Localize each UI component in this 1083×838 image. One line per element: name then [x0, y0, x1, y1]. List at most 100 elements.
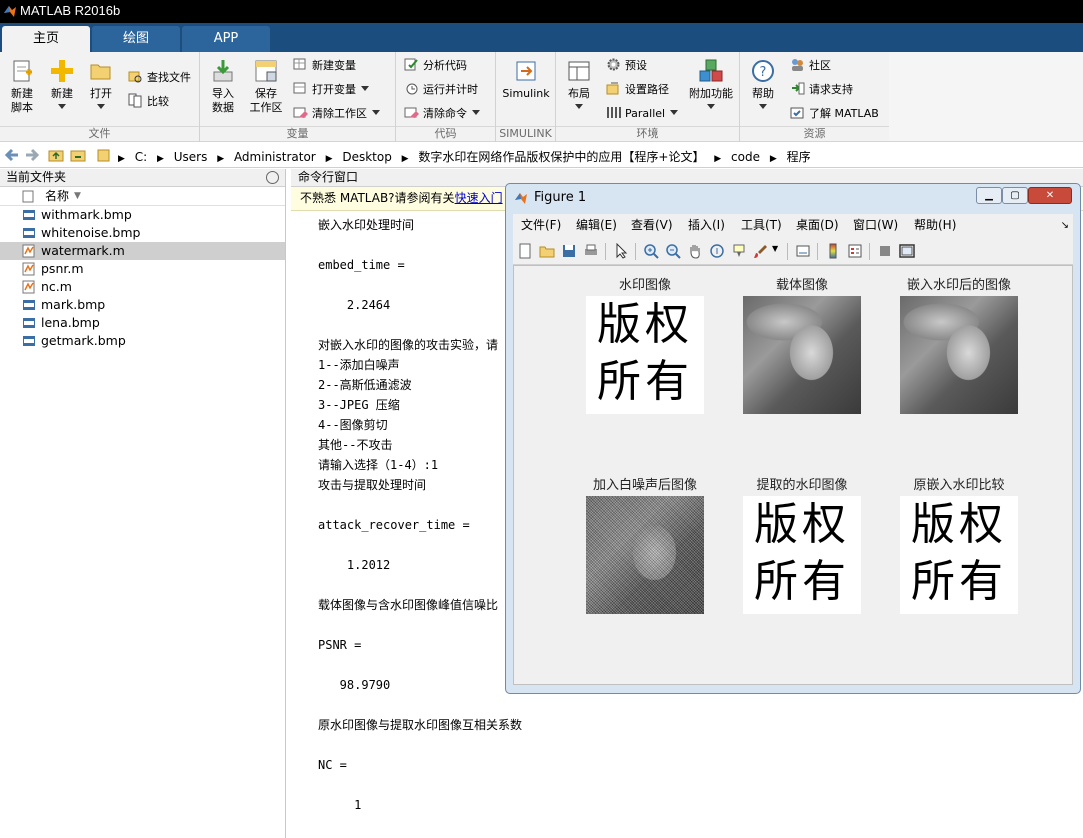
figure-menu-item[interactable]: 帮助(H): [914, 214, 956, 237]
figure-menu-item[interactable]: 编辑(E): [576, 214, 617, 237]
data-cursor-icon[interactable]: [731, 243, 747, 259]
new-script-button[interactable]: 新建 脚本: [4, 56, 40, 115]
support-icon: [792, 82, 805, 95]
set-path-button[interactable]: 设置路径: [606, 80, 669, 100]
figure-menu-item[interactable]: 桌面(D): [796, 214, 839, 237]
chevron-down-icon: [670, 110, 679, 115]
tab-home[interactable]: 主页: [2, 26, 90, 52]
compare-button[interactable]: 比较: [128, 92, 169, 112]
up-folder-icon[interactable]: [48, 147, 64, 163]
clear-commands-label: 清除命令: [423, 107, 467, 120]
brush-icon[interactable]: [753, 243, 769, 259]
browse-folder-icon[interactable]: [70, 147, 86, 163]
simulink-button[interactable]: Simulink: [500, 56, 552, 101]
preferences-label: 预设: [625, 59, 647, 72]
colorbar-icon[interactable]: [825, 243, 841, 259]
ribbon: 新建 脚本 新建 打开 查找文件 比较 文件 导入 数据 保存 工作区 新建变量…: [0, 52, 889, 142]
help-label: 帮助: [752, 87, 774, 100]
new-variable-button[interactable]: 新建变量: [293, 56, 356, 76]
open-variable-button[interactable]: 打开变量: [293, 80, 369, 100]
getting-started-link[interactable]: 快速入门: [455, 191, 503, 205]
maximize-button[interactable]: ▢: [1002, 187, 1028, 204]
back-arrow-icon[interactable]: [4, 147, 20, 163]
file-list-item[interactable]: watermark.m: [0, 242, 285, 260]
file-name: psnr.m: [41, 261, 84, 276]
figure-menu-item[interactable]: 窗口(W): [853, 214, 898, 237]
brush-dropdown-icon[interactable]: ▼: [772, 244, 778, 253]
close-button[interactable]: ✕: [1028, 187, 1072, 204]
find-files-button[interactable]: 查找文件: [128, 68, 191, 88]
print-icon[interactable]: [583, 243, 599, 259]
layout-label: 布局: [568, 87, 590, 100]
breadcrumb-item[interactable]: 数字水印在网络作品版权保护中的应用【程序+论文】: [418, 150, 704, 164]
addons-button[interactable]: 附加功能: [686, 56, 736, 115]
m-file-icon: [22, 262, 35, 276]
zoom-out-icon[interactable]: [665, 243, 681, 259]
figure-toolbar: ▼: [513, 238, 1073, 265]
file-name: lena.bmp: [41, 315, 100, 330]
file-list-item[interactable]: getmark.bmp: [0, 332, 285, 350]
command-output-line: 1.2012: [318, 558, 391, 572]
watermark-text-line: 版权: [911, 499, 1007, 550]
figure-menu-item[interactable]: 查看(V): [631, 214, 673, 237]
figure-menu-item[interactable]: 文件(F): [521, 214, 561, 237]
group-label-simulink: SIMULINK: [496, 126, 555, 141]
layout-icon: [568, 61, 590, 81]
chevron-down-icon: [575, 104, 583, 109]
clear-workspace-button[interactable]: 清除工作区: [293, 104, 380, 124]
file-list-item[interactable]: whitenoise.bmp: [0, 224, 285, 242]
new-script-icon: [13, 60, 32, 82]
learn-matlab-button[interactable]: 了解 MATLAB: [790, 104, 879, 124]
simulink-icon: [516, 61, 536, 81]
rotate-3d-icon[interactable]: [709, 243, 725, 259]
community-button[interactable]: 社区: [790, 56, 831, 76]
request-support-button[interactable]: 请求支持: [790, 80, 853, 100]
chevron-down-icon: [372, 110, 380, 115]
command-output-line: 原水印图像与提取水印图像互相关系数: [318, 718, 523, 732]
clear-commands-button[interactable]: 清除命令: [404, 104, 480, 124]
import-data-button[interactable]: 导入 数据: [206, 56, 240, 115]
show-plot-tools-icon[interactable]: [899, 243, 915, 259]
title-bar: MATLAB R2016b: [0, 0, 1083, 23]
layout-button[interactable]: 布局: [562, 56, 596, 115]
breadcrumb-item[interactable]: code: [731, 150, 760, 164]
file-list-item[interactable]: mark.bmp: [0, 296, 285, 314]
file-list-item[interactable]: psnr.m: [0, 260, 285, 278]
breadcrumb-item[interactable]: Users: [174, 150, 208, 164]
figure-menu-item[interactable]: 工具(T): [741, 214, 782, 237]
figure-canvas[interactable]: 水印图像 版权 所有 载体图像 嵌入水印后的图像 加入白噪声后图像 提取的水印图像 版权 所有原…: [513, 265, 1073, 685]
bmp-file-icon: [23, 228, 35, 238]
run-and-time-button[interactable]: 运行并计时: [404, 80, 478, 100]
file-list-item[interactable]: lena.bmp: [0, 314, 285, 332]
save-icon[interactable]: [561, 243, 577, 259]
forward-arrow-icon[interactable]: [24, 147, 40, 163]
zoom-in-icon[interactable]: [643, 243, 659, 259]
open-button[interactable]: 打开: [84, 56, 118, 115]
file-list-item[interactable]: nc.m: [0, 278, 285, 296]
help-button[interactable]: ? 帮助: [746, 56, 780, 115]
analyze-code-button[interactable]: 分析代码: [404, 56, 467, 76]
panel-options-icon[interactable]: [266, 171, 279, 184]
new-button[interactable]: 新建: [45, 56, 79, 115]
breadcrumb-item[interactable]: 程序: [787, 150, 811, 164]
name-column-header[interactable]: 名称 ▼: [0, 187, 285, 206]
figure-menu-item[interactable]: 插入(I): [688, 214, 725, 237]
tab-apps[interactable]: APP: [182, 26, 270, 52]
parallel-button[interactable]: Parallel: [606, 104, 679, 124]
link-plot-icon[interactable]: [795, 243, 811, 259]
breadcrumb-item[interactable]: Desktop: [342, 150, 392, 164]
save-workspace-button[interactable]: 保存 工作区: [246, 56, 286, 115]
open-file-icon[interactable]: [539, 243, 555, 259]
pointer-icon[interactable]: [613, 243, 629, 259]
new-figure-icon[interactable]: [517, 243, 533, 259]
tab-plots[interactable]: 绘图: [92, 26, 180, 52]
preferences-button[interactable]: 预设: [606, 56, 647, 76]
breadcrumb-item[interactable]: Administrator: [234, 150, 316, 164]
legend-icon[interactable]: [847, 243, 863, 259]
minimize-button[interactable]: ▁: [976, 187, 1002, 204]
hide-plot-tools-icon[interactable]: [877, 243, 893, 259]
menu-overflow-icon[interactable]: ↘: [1061, 214, 1069, 237]
breadcrumb-item[interactable]: C:: [135, 150, 147, 164]
file-list-item[interactable]: withmark.bmp: [0, 206, 285, 224]
pan-hand-icon[interactable]: [687, 243, 703, 259]
